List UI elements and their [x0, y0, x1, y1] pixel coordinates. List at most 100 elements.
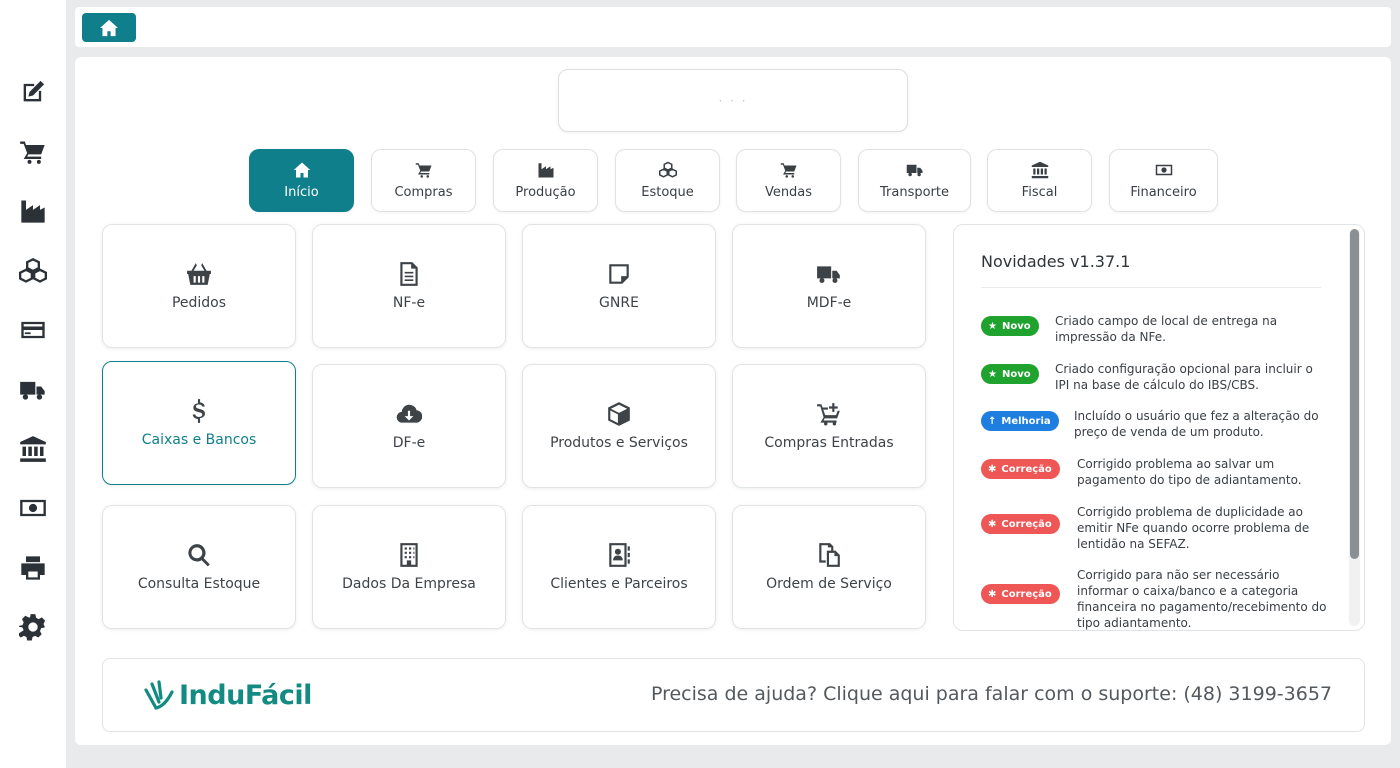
tab-estoque[interactable]: Estoque [615, 149, 720, 212]
search-icon [188, 544, 210, 567]
card-pedidos[interactable]: Pedidos [102, 224, 296, 348]
card-label: NF-e [392, 295, 426, 311]
arrow-up-icon: ↑ [988, 415, 997, 427]
card-label: Clientes e Parceiros [550, 576, 688, 592]
tab-transporte[interactable]: Transporte [858, 149, 971, 212]
news-panel: Novidades v1.37.1 ★ Novo Criado campo de… [953, 224, 1365, 631]
news-line: informar o caixa/banco e a categoria [1077, 584, 1299, 598]
contact-book-icon [609, 543, 630, 567]
news-line: Criado campo de local de entrega na [1055, 314, 1278, 328]
badge-label: Melhoria [1001, 415, 1051, 427]
logo: InduFácil [143, 678, 312, 712]
bank-icon [1031, 161, 1048, 179]
note-icon [609, 264, 629, 284]
card-mdfe[interactable]: MDF-e [732, 224, 926, 348]
card-ordem-de-servico[interactable]: Ordem de Serviço [732, 505, 926, 629]
news-line: pagamento do tipo de adiantamento. [1077, 473, 1302, 487]
news-text: Corrigido problema ao salvar um pagament… [1077, 456, 1302, 488]
dollar-icon [192, 399, 205, 423]
basket-icon [187, 263, 211, 285]
card-caixas-e-bancos[interactable]: Caixas e Bancos [102, 361, 296, 485]
cart-icon [415, 163, 431, 178]
tab-label: Produção [515, 185, 576, 200]
sidebar [0, 0, 66, 768]
support-link[interactable]: Precisa de ajuda? Clique aqui para falar… [651, 683, 1332, 705]
bug-icon: ✱ [988, 518, 997, 530]
badge-correcao: ✱ Correção [981, 514, 1060, 534]
search-box[interactable]: · · · [558, 69, 908, 132]
tab-financeiro[interactable]: Financeiro [1109, 149, 1218, 212]
money-icon [1155, 164, 1172, 176]
news-text: Corrigido problema de duplicidade ao emi… [1077, 504, 1309, 552]
truck-icon [906, 164, 922, 177]
truck-icon [817, 266, 840, 283]
badge-label: Novo [1001, 320, 1031, 332]
tab-label: Fiscal [1021, 185, 1058, 200]
star-icon: ★ [988, 368, 997, 380]
news-line: Incluído o usuário que fez a alteração d… [1074, 409, 1319, 423]
news-scrollbar[interactable] [1349, 229, 1360, 626]
tab-label: Transporte [880, 185, 949, 200]
cart-icon[interactable] [18, 137, 48, 167]
card-nfe[interactable]: NF-e [312, 224, 506, 348]
badge-label: Correção [1001, 463, 1052, 475]
news-scrollbar-thumb[interactable] [1350, 229, 1359, 559]
badge-novo: ★ Novo [981, 316, 1039, 336]
tab-label: Financeiro [1130, 185, 1197, 200]
tab-compras[interactable]: Compras [371, 149, 476, 212]
card-label: GNRE [599, 295, 639, 311]
main-panel: · · · Início Compras Produção Estoque Ve… [75, 57, 1391, 745]
card-label: Dados Da Empresa [342, 576, 476, 592]
news-line: Criado configuração opcional para inclui… [1055, 362, 1313, 376]
card-label: Produtos e Serviços [550, 435, 688, 451]
boxes-icon[interactable] [18, 256, 48, 286]
card-compras-entradas[interactable]: Compras Entradas [732, 364, 926, 488]
card-label: MDF-e [806, 295, 852, 311]
factory-icon [538, 163, 553, 178]
card-dfe[interactable]: DF-e [312, 364, 506, 488]
card-label: Compras Entradas [764, 435, 894, 451]
card-label: DF-e [392, 435, 426, 451]
card-consulta-estoque[interactable]: Consulta Estoque [102, 505, 296, 629]
factory-icon[interactable] [18, 196, 48, 226]
news-line: financeira no pagamento/recebimento do [1077, 600, 1327, 614]
tab-label: Compras [394, 185, 453, 200]
card-dados-da-empresa[interactable]: Dados Da Empresa [312, 505, 506, 629]
edit-icon[interactable] [18, 77, 48, 107]
badge-label: Novo [1001, 368, 1031, 380]
cloud-download-icon [396, 404, 422, 423]
top-bar [75, 7, 1391, 47]
badge-novo: ★ Novo [981, 364, 1039, 384]
file-copy-icon [819, 543, 840, 567]
cart-plus-icon [817, 403, 840, 426]
card-gnre[interactable]: GNRE [522, 224, 716, 348]
star-icon: ★ [988, 320, 997, 332]
gear-icon[interactable] [18, 612, 48, 642]
home-button[interactable] [82, 13, 136, 42]
card-label: Consulta Estoque [137, 576, 261, 592]
tab-producao[interactable]: Produção [493, 149, 598, 212]
building-icon [400, 543, 418, 567]
bank-icon[interactable] [18, 434, 48, 464]
tab-fiscal[interactable]: Fiscal [987, 149, 1092, 212]
tab-inicio[interactable]: Início [249, 149, 354, 212]
news-text: Criado campo de local de entrega na impr… [1055, 313, 1277, 345]
news-divider [981, 287, 1321, 288]
printer-icon[interactable] [18, 553, 48, 583]
news-text: Incluído o usuário que fez a alteração d… [1074, 408, 1319, 440]
card-clientes-e-parceiros[interactable]: Clientes e Parceiros [522, 505, 716, 629]
logo-text: InduFácil [179, 679, 312, 711]
news-text: Corrigido para não ser necessário inform… [1077, 567, 1327, 630]
bug-icon: ✱ [988, 588, 997, 600]
card-produtos-e-servicos[interactable]: Produtos e Serviços [522, 364, 716, 488]
money-icon[interactable] [18, 493, 48, 523]
badge-label: Correção [1001, 518, 1052, 530]
truck-icon[interactable] [18, 375, 48, 405]
news-line: preço de venda de um produto. [1074, 425, 1264, 439]
credit-card-icon[interactable] [18, 315, 48, 345]
boxes-icon [658, 161, 677, 178]
card-label: Caixas e Bancos [141, 432, 257, 448]
news-line: emitir NFe quando ocorre problema de [1077, 521, 1310, 535]
tab-vendas[interactable]: Vendas [736, 149, 841, 212]
news-line: tipo adiantamento. [1077, 616, 1192, 630]
